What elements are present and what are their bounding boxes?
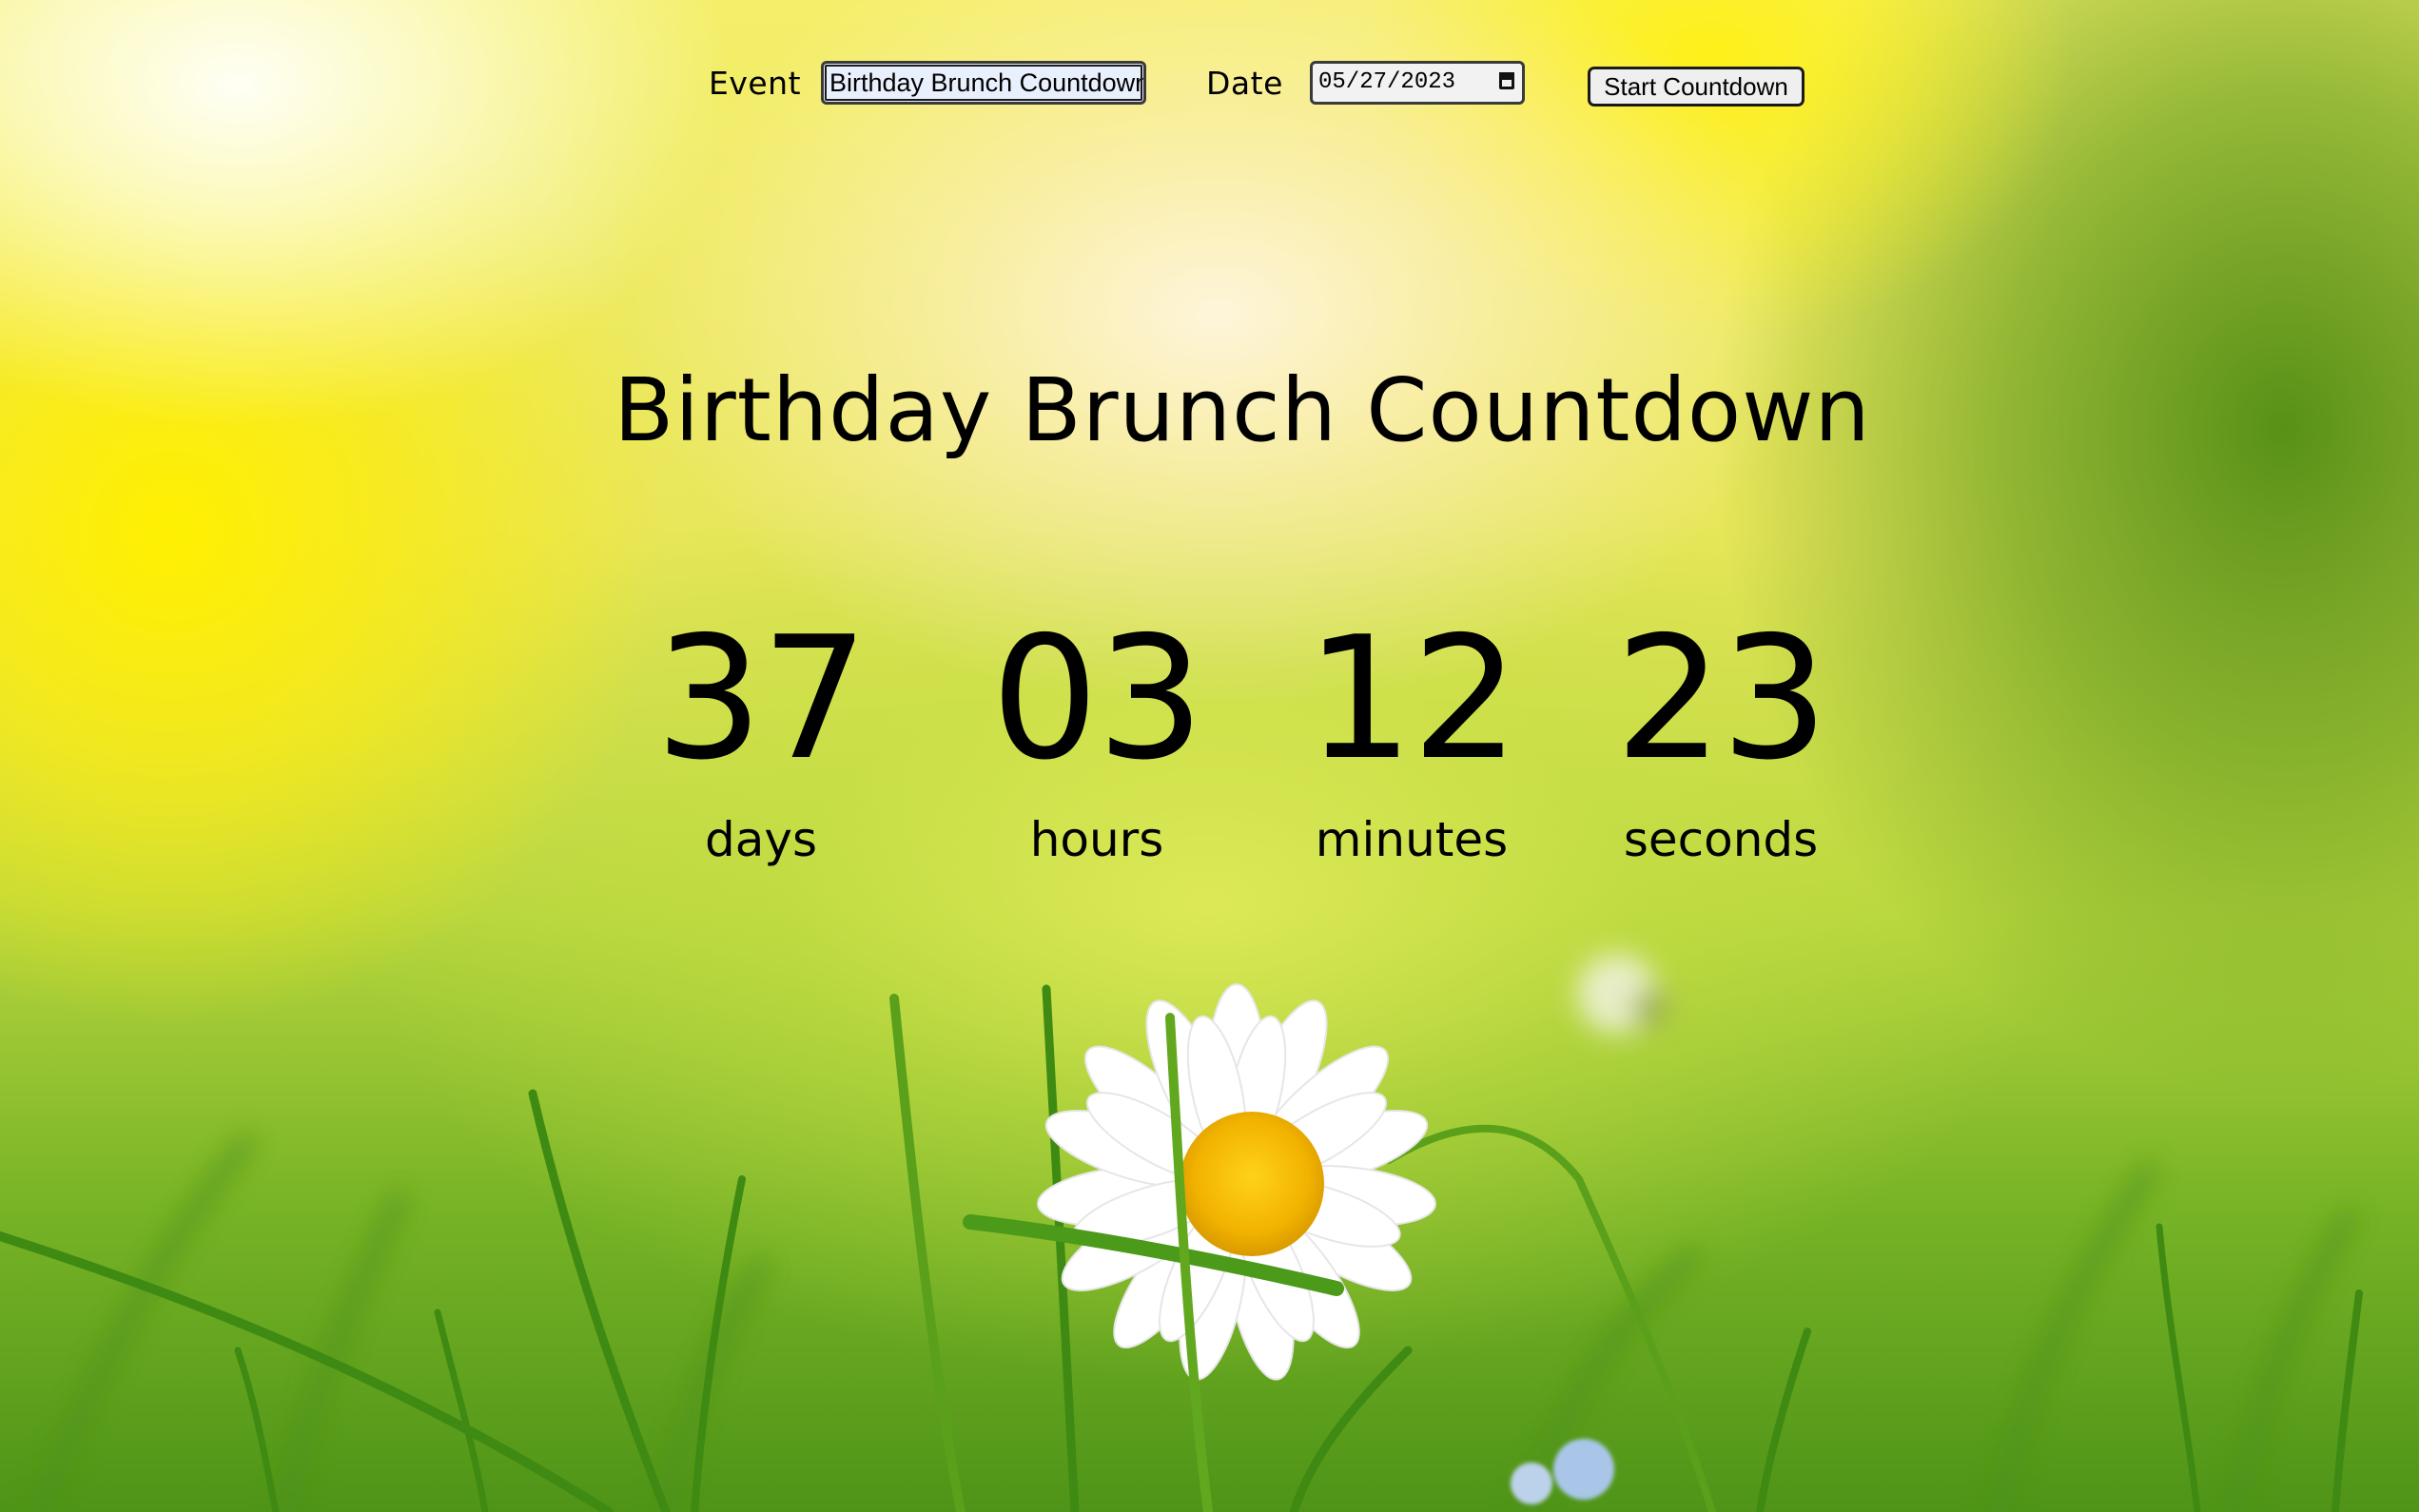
- event-label: Event: [709, 65, 802, 102]
- date-value: 05/27/2023: [1318, 69, 1456, 95]
- event-input[interactable]: Birthday Brunch Countdowr: [821, 61, 1146, 105]
- hours-value: 03: [990, 600, 1205, 797]
- seconds-unit: 23 seconds: [1597, 594, 1844, 868]
- minutes-label: minutes: [1315, 812, 1509, 867]
- countdown-title: Birthday Brunch Countdown: [614, 359, 1871, 461]
- minutes-unit: 12 minutes: [1288, 594, 1535, 868]
- countdown-form: Event Birthday Brunch Countdowr Date 05/…: [0, 59, 2419, 108]
- seconds-value: 23: [1614, 600, 1829, 797]
- start-countdown-button[interactable]: Start Countdown: [1588, 67, 1804, 107]
- minutes-value: 12: [1305, 600, 1520, 797]
- hours-label: hours: [1029, 812, 1164, 867]
- date-label: Date: [1206, 65, 1283, 102]
- days-unit: 37 days: [637, 594, 885, 868]
- seconds-label: seconds: [1623, 812, 1819, 867]
- days-value: 37: [654, 600, 869, 797]
- hours-unit: 03 hours: [973, 594, 1220, 868]
- calendar-icon[interactable]: [1499, 72, 1514, 89]
- date-input[interactable]: 05/27/2023: [1310, 61, 1525, 105]
- days-label: days: [704, 812, 818, 867]
